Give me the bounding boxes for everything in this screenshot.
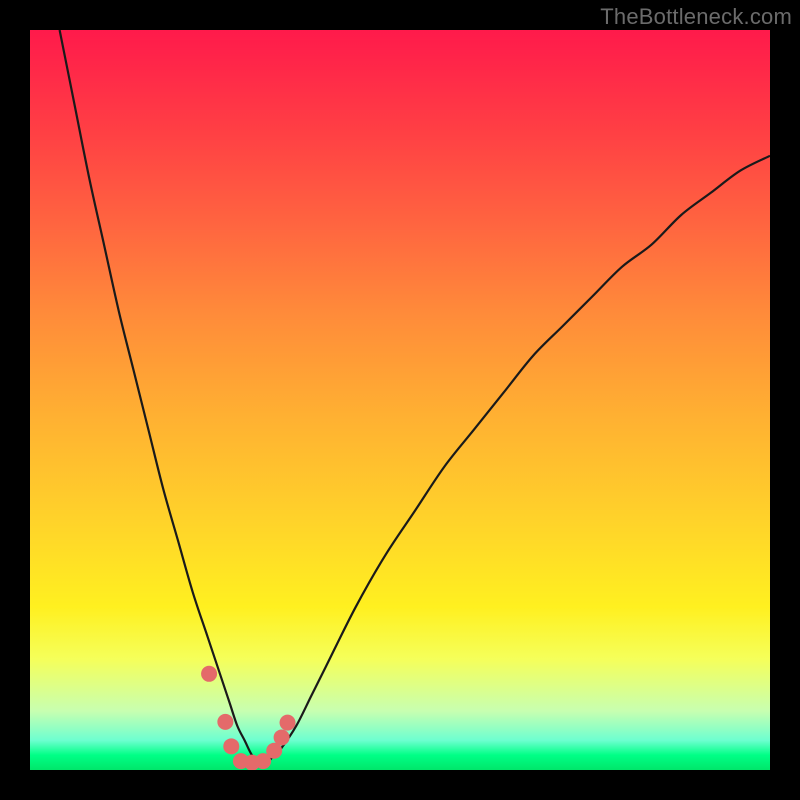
watermark-text: TheBottleneck.com <box>600 4 792 30</box>
curve-marker <box>223 738 239 754</box>
curve-marker <box>201 666 217 682</box>
curve-markers <box>201 666 295 770</box>
chart-frame: TheBottleneck.com <box>0 0 800 800</box>
plot-area <box>30 30 770 770</box>
curve-marker <box>217 714 233 730</box>
bottleneck-curve <box>60 30 770 764</box>
curve-layer <box>30 30 770 770</box>
curve-marker <box>274 729 290 745</box>
curve-marker <box>280 715 296 731</box>
